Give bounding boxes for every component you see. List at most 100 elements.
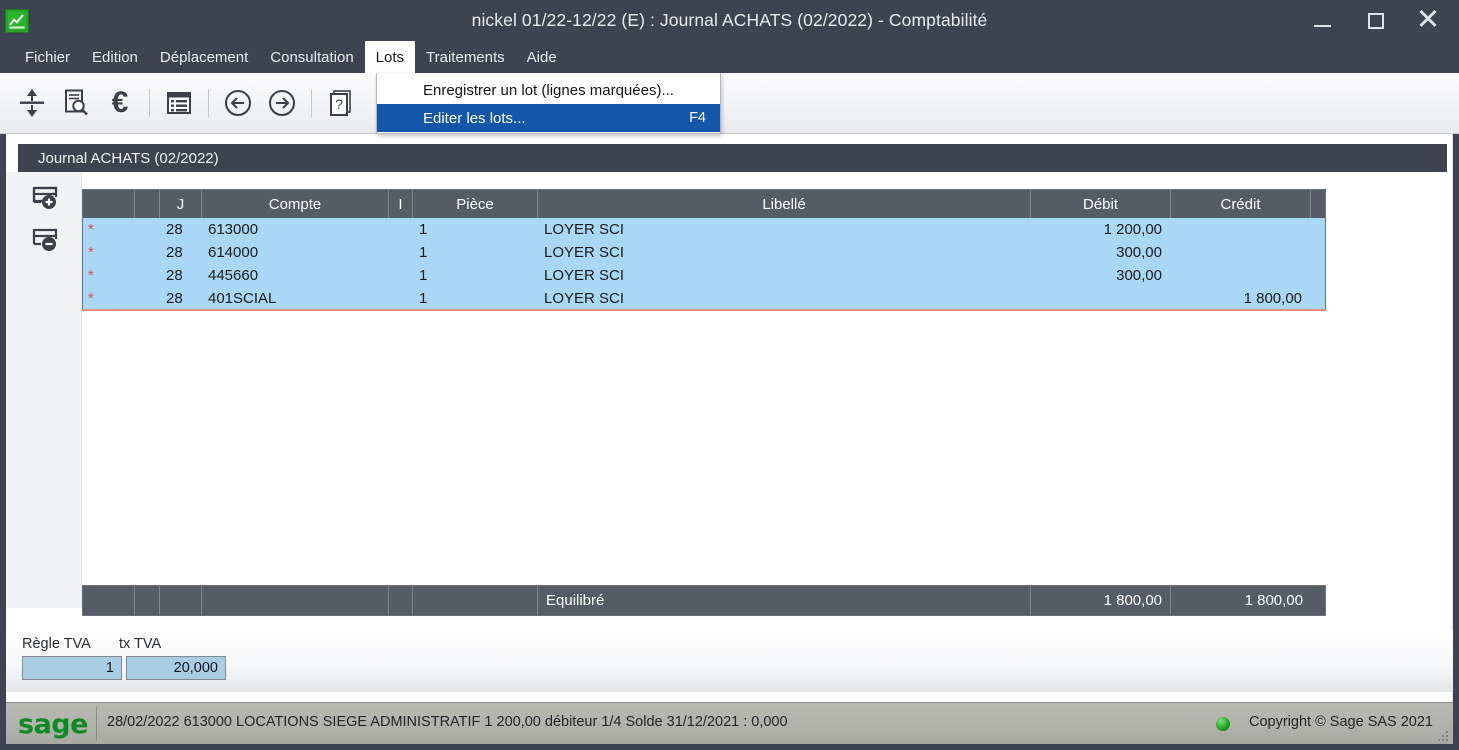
- row-piece: 1: [413, 218, 538, 241]
- row-i: [389, 264, 413, 287]
- menu-bar: Fichier Edition Déplacement Consultation…: [0, 41, 1459, 73]
- total-j: [160, 586, 202, 615]
- regle-tva-label: Règle TVA: [22, 636, 91, 652]
- menu-option-accel: F4: [689, 110, 706, 126]
- row-i: [389, 287, 413, 310]
- row-j: 28: [160, 218, 202, 241]
- minimize-button[interactable]: [1299, 0, 1345, 41]
- total-credit: 1 800,00: [1244, 592, 1303, 609]
- journal-grid: J Compte I Pièce Libellé Débit Crédit * …: [82, 189, 1326, 310]
- insert-line-icon[interactable]: [26, 182, 66, 216]
- row-blank: [135, 287, 160, 310]
- table-row[interactable]: * 28 614000 1 LOYER SCI 300,00: [83, 241, 1325, 264]
- menu-option-enregistrer-lot[interactable]: Enregistrer un lot (lignes marquées)...: [377, 76, 720, 104]
- row-compte: 401SCIAL: [202, 287, 389, 310]
- row-credit: [1171, 218, 1311, 241]
- status-divider: [96, 707, 97, 741]
- table-row[interactable]: * 28 401SCIAL 1 LOYER SCI 1 800,00: [83, 287, 1325, 310]
- client-right-edge: [1452, 134, 1453, 706]
- column-header-j[interactable]: J: [160, 190, 202, 218]
- menu-item-edition[interactable]: Edition: [81, 41, 149, 73]
- balance-status: Equilibré: [538, 586, 1031, 615]
- total-compte: [202, 586, 389, 615]
- journal-caption: Journal ACHATS (02/2022): [18, 144, 1447, 172]
- sage-logo: sage: [18, 709, 88, 740]
- status-bar: sage 28/02/2022 613000 LOCATIONS SIEGE A…: [6, 702, 1453, 744]
- help-icon[interactable]: ?: [319, 80, 363, 126]
- row-piece: 1: [413, 287, 538, 310]
- menu-item-traitements[interactable]: Traitements: [415, 41, 516, 73]
- toolbar-separator-1: [149, 89, 150, 117]
- total-i: [389, 586, 413, 615]
- row-j: 28: [160, 241, 202, 264]
- table-row[interactable]: * 28 613000 1 LOYER SCI 1 200,00: [83, 218, 1325, 241]
- copyright-text: Copyright © Sage SAS 2021: [1249, 714, 1433, 730]
- title-bar: nickel 01/22-12/22 (E) : Journal ACHATS …: [0, 0, 1459, 41]
- application-window: nickel 01/22-12/22 (E) : Journal ACHATS …: [0, 0, 1459, 750]
- row-piece: 1: [413, 241, 538, 264]
- toolbar: € ?: [0, 73, 1459, 134]
- row-blank: [135, 218, 160, 241]
- column-header-debit[interactable]: Débit: [1031, 190, 1171, 218]
- table-row[interactable]: * 28 445660 1 LOYER SCI 300,00: [83, 264, 1325, 287]
- row-credit: [1171, 264, 1311, 287]
- column-header-credit[interactable]: Crédit: [1171, 190, 1311, 218]
- row-debit: [1031, 287, 1171, 310]
- menu-option-editer-lots[interactable]: Editer les lots... F4: [377, 104, 720, 132]
- total-debit: 1 800,00: [1031, 586, 1171, 615]
- row-debit: 300,00: [1031, 264, 1171, 287]
- lots-dropdown-menu: Enregistrer un lot (lignes marquées)... …: [376, 73, 721, 134]
- row-mark: *: [83, 241, 135, 264]
- regle-tva-input[interactable]: 1: [22, 656, 122, 680]
- row-libelle: LOYER SCI: [538, 218, 1031, 241]
- column-header-mark[interactable]: [83, 190, 135, 218]
- toolbar-separator-3: [311, 89, 312, 117]
- row-i: [389, 241, 413, 264]
- euro-icon[interactable]: €: [98, 80, 142, 126]
- split-lines-icon[interactable]: [10, 80, 54, 126]
- status-led-green-icon: [1216, 717, 1230, 731]
- column-header-blank[interactable]: [135, 190, 160, 218]
- menu-item-deplacement[interactable]: Déplacement: [149, 41, 259, 73]
- previous-arrow-icon[interactable]: [216, 80, 260, 126]
- menu-option-label: Enregistrer un lot (lignes marquées)...: [423, 81, 674, 99]
- window-title: nickel 01/22-12/22 (E) : Journal ACHATS …: [471, 10, 988, 30]
- row-piece: 1: [413, 264, 538, 287]
- row-mark: *: [83, 287, 135, 310]
- maximize-button[interactable]: [1353, 0, 1399, 41]
- tx-tva-input[interactable]: 20,000: [126, 656, 226, 680]
- row-compte: 614000: [202, 241, 389, 264]
- column-header-compte[interactable]: Compte: [202, 190, 389, 218]
- column-header-i[interactable]: I: [389, 190, 413, 218]
- chart-app-icon: [5, 9, 29, 33]
- row-mark: *: [83, 218, 135, 241]
- close-button[interactable]: ✕: [1405, 0, 1451, 41]
- tva-panel: Règle TVA tx TVA 1 20,000: [6, 630, 1453, 692]
- grid-header-row: J Compte I Pièce Libellé Débit Crédit: [83, 190, 1325, 218]
- grid-total-row: Equilibré 1 800,00 1 800,00: [82, 585, 1326, 616]
- row-i: [389, 218, 413, 241]
- euro-glyph: €: [111, 86, 129, 119]
- delete-line-icon[interactable]: [26, 224, 66, 258]
- row-libelle: LOYER SCI: [538, 287, 1031, 310]
- tx-tva-label: tx TVA: [119, 636, 162, 652]
- row-blank: [135, 264, 160, 287]
- row-blank: [135, 241, 160, 264]
- menu-item-fichier[interactable]: Fichier: [14, 41, 81, 73]
- row-credit: 1 800,00: [1171, 287, 1311, 310]
- column-header-piece[interactable]: Pièce: [413, 190, 538, 218]
- row-debit: 300,00: [1031, 241, 1171, 264]
- row-j: 28: [160, 287, 202, 310]
- menu-item-lots[interactable]: Lots: [364, 41, 416, 73]
- row-action-gutter: [6, 172, 82, 608]
- row-credit: [1171, 241, 1311, 264]
- current-row-underline: [82, 309, 1326, 311]
- menu-item-aide[interactable]: Aide: [516, 41, 568, 73]
- menu-item-consultation[interactable]: Consultation: [259, 41, 364, 73]
- row-libelle: LOYER SCI: [538, 241, 1031, 264]
- list-view-icon[interactable]: [157, 80, 201, 126]
- next-arrow-icon[interactable]: [260, 80, 304, 126]
- document-search-icon[interactable]: [54, 80, 98, 126]
- column-header-libelle[interactable]: Libellé: [538, 190, 1031, 218]
- resize-grip-icon[interactable]: [1434, 727, 1448, 741]
